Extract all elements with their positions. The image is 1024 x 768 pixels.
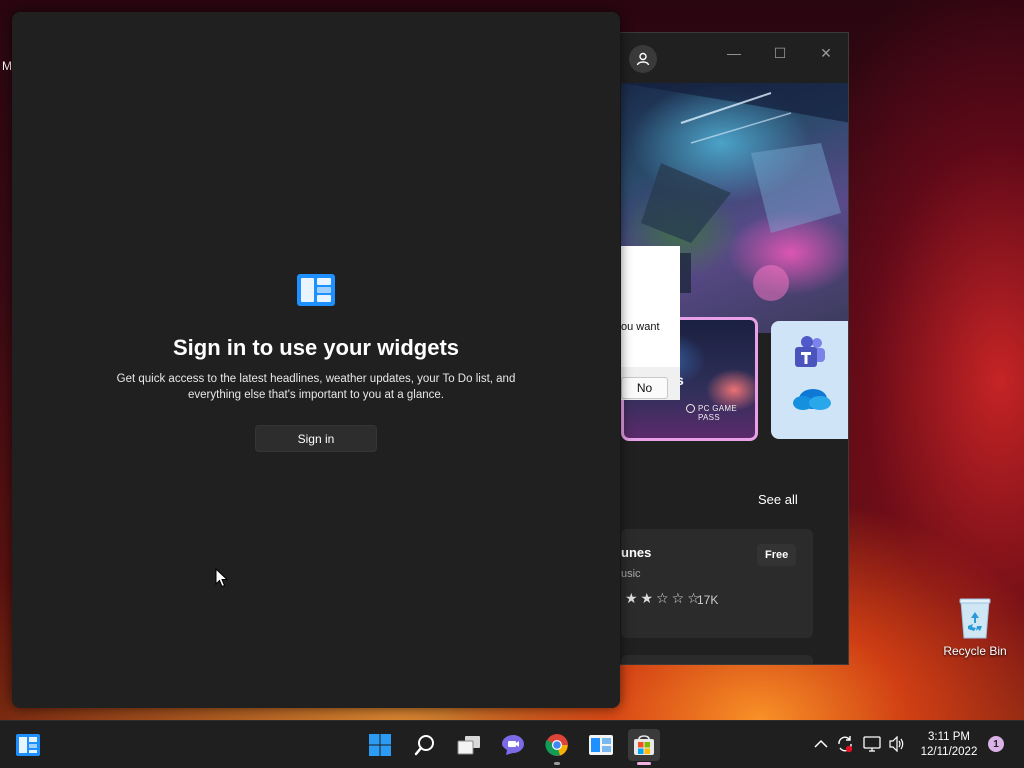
dialog-text: ou want xyxy=(621,321,660,333)
sign-in-button[interactable]: Sign in xyxy=(255,425,377,452)
clock-time: 3:11 PM xyxy=(928,731,970,743)
store-dialog: ou want No xyxy=(621,246,680,400)
see-all-link[interactable]: See all xyxy=(758,492,798,507)
account-icon[interactable] xyxy=(629,45,657,73)
minimize-button[interactable]: — xyxy=(722,43,746,63)
taskbar-clock[interactable]: 3:11 PM 12/11/2022 xyxy=(916,730,982,760)
onedrive-icon xyxy=(793,385,831,416)
store-window[interactable]: — ☐ ✕ s PC GAME PASS xyxy=(608,32,849,665)
start-icon[interactable] xyxy=(364,729,396,761)
desktop-edge-label: M xyxy=(2,59,12,73)
microsoft-store-icon[interactable] xyxy=(628,729,660,765)
xbox-icon xyxy=(686,404,695,413)
network-icon[interactable] xyxy=(863,735,881,753)
widgets-app-icon[interactable] xyxy=(585,729,617,761)
volume-icon[interactable] xyxy=(888,735,906,753)
maximize-button[interactable]: ☐ xyxy=(768,43,792,63)
task-view-icon[interactable] xyxy=(453,729,485,761)
close-button[interactable]: ✕ xyxy=(814,43,838,63)
recycle-bin[interactable]: Recycle Bin xyxy=(940,596,1010,658)
notification-badge[interactable]: 1 xyxy=(988,736,1004,752)
game-pass-label: PC GAME PASS xyxy=(698,404,737,422)
widgets-icon xyxy=(297,274,335,306)
app-card[interactable]: unes usic ★★☆☆☆ 17K Free xyxy=(621,529,813,638)
chrome-running-indicator xyxy=(554,762,560,765)
widgets-panel: Sign in to use your widgets Get quick ac… xyxy=(12,12,620,708)
widgets-title: Sign in to use your widgets xyxy=(172,335,460,360)
store-active-indicator xyxy=(637,762,651,765)
app-price-button[interactable]: Free xyxy=(757,544,797,566)
search-icon[interactable] xyxy=(409,729,441,761)
apps-card[interactable] xyxy=(771,321,848,439)
recycle-bin-icon xyxy=(957,596,993,640)
widgets-taskbar-icon[interactable] xyxy=(12,729,44,761)
dialog-no-button[interactable]: No xyxy=(621,377,668,399)
clock-date: 12/11/2022 xyxy=(920,746,978,758)
teams-chat-icon[interactable] xyxy=(497,729,529,761)
mouse-cursor-icon xyxy=(215,567,229,588)
app-review-count: 17K xyxy=(697,593,719,607)
app-name: unes xyxy=(621,545,652,560)
store-titlebar: — ☐ ✕ xyxy=(609,33,848,81)
app-category: usic xyxy=(621,568,641,580)
app-rating-stars: ★★☆☆☆ xyxy=(625,590,703,606)
sync-icon[interactable] xyxy=(836,735,854,753)
taskbar: 3:11 PM 12/11/2022 1 xyxy=(0,720,1024,768)
widgets-description: Get quick access to the latest headlines… xyxy=(116,373,516,401)
teams-icon xyxy=(791,335,827,374)
chevron-up-icon[interactable] xyxy=(812,735,830,753)
app-card-2[interactable] xyxy=(621,655,813,664)
chrome-icon[interactable] xyxy=(541,729,573,765)
recycle-bin-label: Recycle Bin xyxy=(943,644,1007,658)
